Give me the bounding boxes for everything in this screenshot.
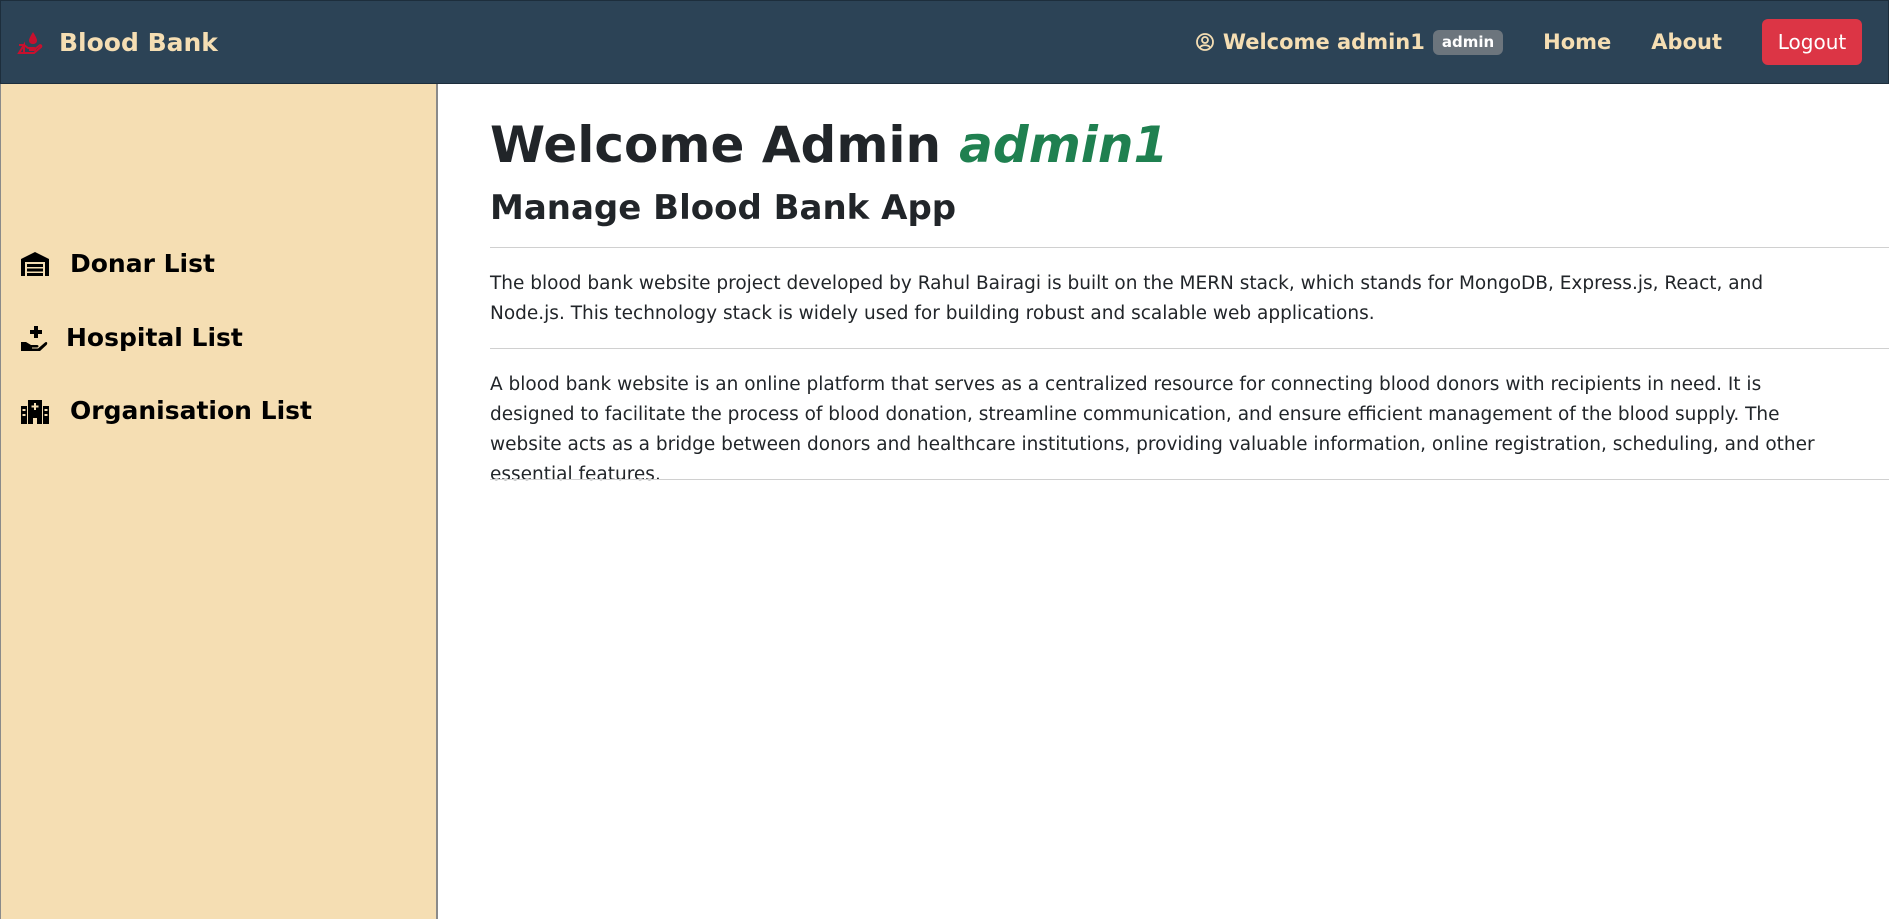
warehouse-icon	[20, 250, 50, 278]
sidebar-item-organisation-list[interactable]: Organisation List	[20, 396, 312, 425]
logout-button[interactable]: Logout	[1762, 19, 1862, 65]
nav-right: Welcome admin1 admin Home About Logout	[1195, 19, 1888, 65]
intro-paragraph: The blood bank website project developed…	[490, 273, 1764, 324]
description-paragraph: A blood bank website is an online platfo…	[490, 374, 1815, 485]
nav-about-link[interactable]: About	[1651, 30, 1722, 54]
brand[interactable]: Blood Bank	[17, 28, 218, 57]
welcome-user: Welcome admin1 admin	[1195, 29, 1504, 55]
sidebar-item-donar-list[interactable]: Donar List	[20, 249, 215, 278]
sidebar-item-label: Organisation List	[70, 396, 312, 425]
hand-holding-medical-icon	[20, 324, 48, 352]
sidebar: Donar List Hospital List Organisation Li…	[0, 84, 438, 919]
blood-drop-hand-icon	[17, 29, 43, 55]
page-title: Welcome Admin admin1	[490, 116, 1168, 174]
admin-name: admin1	[959, 116, 1169, 174]
welcome-text: Welcome admin1	[1222, 30, 1425, 54]
divider	[490, 348, 1889, 349]
title-text: Welcome Admin	[490, 116, 942, 174]
nav-home-link[interactable]: Home	[1543, 30, 1611, 54]
sidebar-item-label: Hospital List	[66, 323, 243, 352]
top-navbar: Blood Bank Welcome admin1 admin Home Abo…	[0, 0, 1889, 84]
brand-name: Blood Bank	[59, 27, 218, 57]
page-subtitle: Manage Blood Bank App	[490, 188, 957, 228]
divider	[490, 247, 1889, 248]
divider	[490, 479, 1889, 480]
user-circle-icon	[1195, 32, 1215, 52]
role-badge: admin	[1432, 29, 1504, 55]
sidebar-item-hospital-list[interactable]: Hospital List	[20, 323, 243, 352]
sidebar-item-label: Donar List	[70, 249, 215, 278]
hospital-building-icon	[20, 397, 50, 425]
